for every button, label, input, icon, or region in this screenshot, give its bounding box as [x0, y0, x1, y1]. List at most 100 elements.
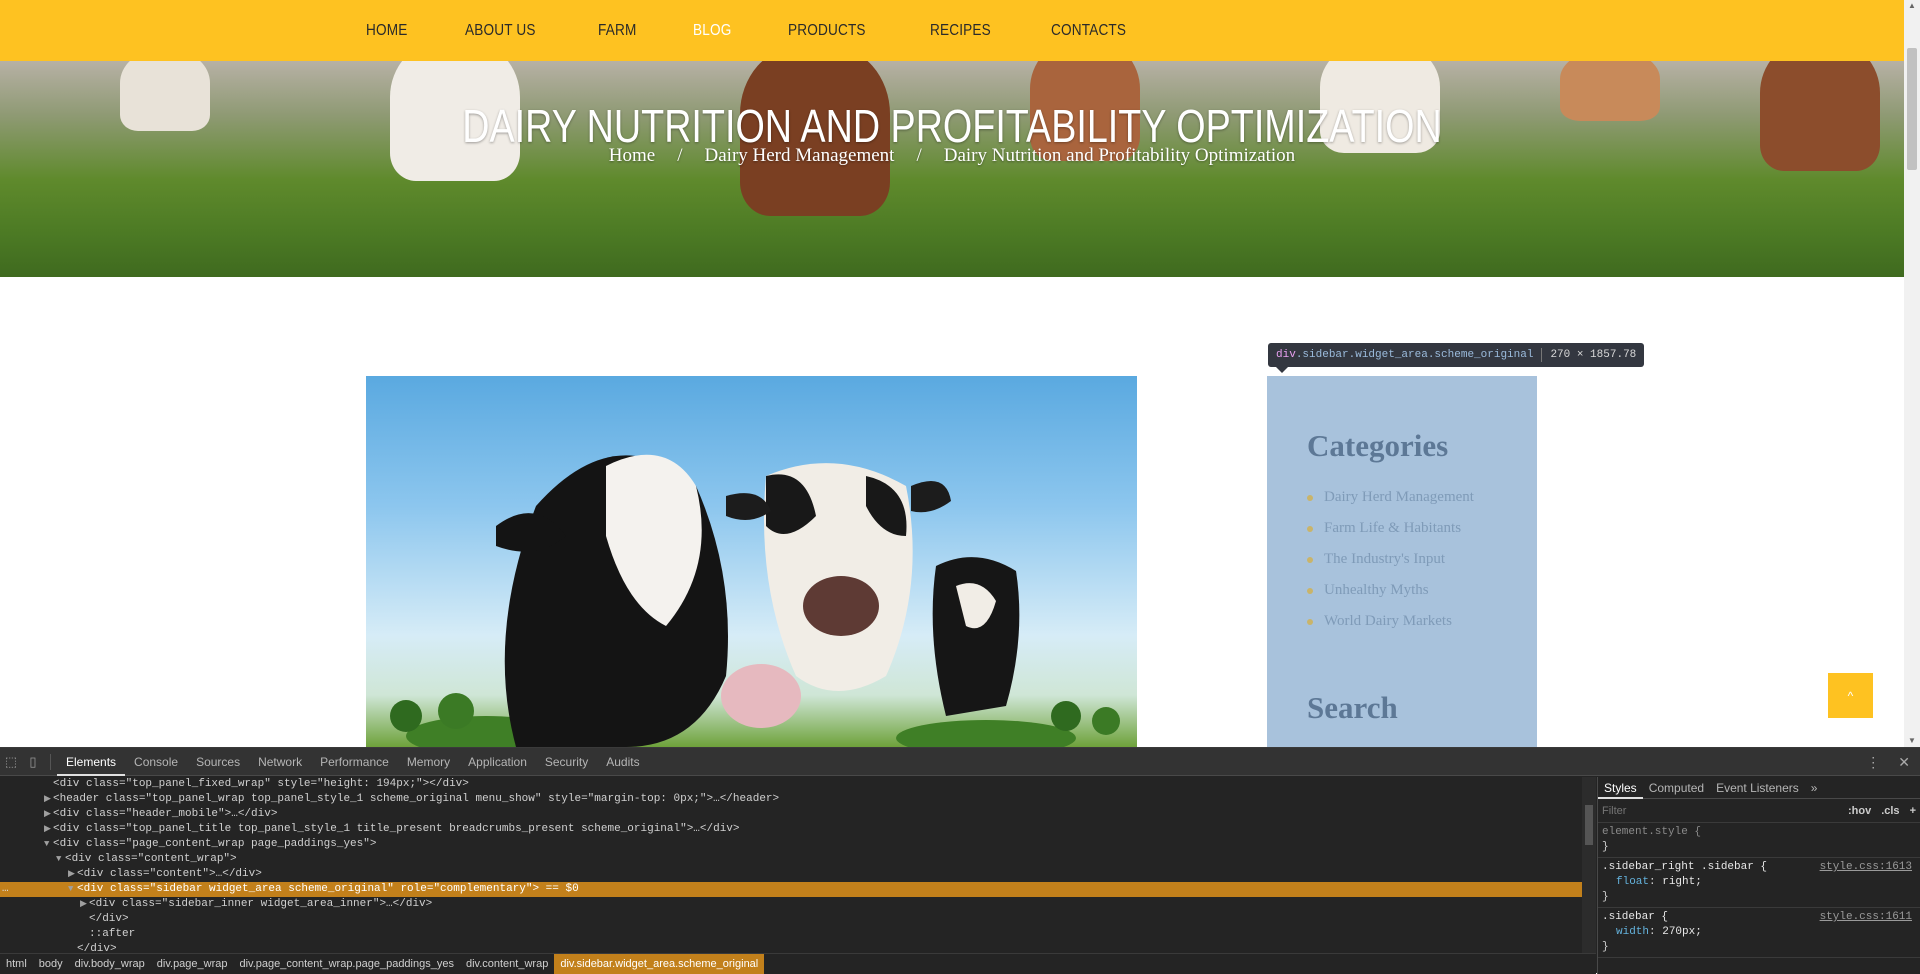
menu-item-products[interactable]: PRODUCTS [788, 22, 866, 40]
menu-item-home[interactable]: HOME [366, 22, 407, 40]
css-declaration: float: right; [1602, 875, 1916, 890]
dom-node-line[interactable]: </div> [0, 912, 1582, 927]
tab-elements[interactable]: Elements [57, 748, 126, 776]
tooltip-size: 270 × 1857.78 [1550, 349, 1637, 361]
dom-node-line[interactable]: ::after [0, 927, 1582, 942]
category-label: Dairy Herd Management [1324, 489, 1474, 505]
menu-item-farm[interactable]: FARM [598, 22, 636, 40]
tooltip-tag: div [1276, 349, 1296, 361]
page-title-banner: DAIRY NUTRITION AND PROFITABILITY OPTIMI… [0, 61, 1904, 277]
dom-breadcrumb-item[interactable]: div.body_wrap [69, 954, 151, 974]
menu-item-blog[interactable]: BLOG [693, 22, 731, 40]
dom-node-line[interactable]: <div class="top_panel_fixed_wrap" style=… [0, 777, 1582, 792]
ellipsis-icon[interactable]: … [2, 882, 9, 897]
tab-sources[interactable]: Sources [187, 748, 249, 776]
tab-network[interactable]: Network [249, 748, 311, 776]
dom-node-line[interactable]: ▶ <div class="sidebar_inner widget_area_i… [0, 897, 1582, 912]
more-tabs-icon[interactable]: » [1805, 777, 1824, 799]
dom-breadcrumb-item[interactable]: html [0, 954, 33, 974]
tooltip-divider [1541, 348, 1543, 362]
new-rule-button[interactable]: + [1910, 805, 1916, 817]
devtools-panel: ⬚ ▯ Elements Console Sources Network Per… [0, 747, 1920, 974]
category-link[interactable]: Farm Life & Habitants [1307, 513, 1474, 544]
sidebar-widget-area: Categories Dairy Herd Management Farm Li… [1267, 376, 1537, 747]
dom-breadcrumb-item[interactable]: div.page_content_wrap.page_paddings_yes [234, 954, 460, 974]
dom-node-line[interactable]: … ▼ <div class="sidebar widget_area scheme… [0, 882, 1582, 897]
bullet-icon [1307, 587, 1313, 594]
scrollbar-thumb[interactable] [1907, 48, 1917, 170]
scrollbar-thumb[interactable] [1585, 805, 1593, 845]
tab-memory[interactable]: Memory [398, 748, 459, 776]
expand-triangle-icon[interactable]: ▶ [44, 822, 53, 837]
styles-pane: Styles Computed Event Listeners » :hov .… [1597, 777, 1920, 974]
category-link[interactable]: Dairy Herd Management [1307, 482, 1474, 513]
collapse-triangle-icon[interactable]: ▼ [68, 882, 77, 897]
class-toggle-button[interactable]: .cls [1881, 805, 1899, 817]
tab-styles[interactable]: Styles [1598, 777, 1643, 799]
css-property-name[interactable]: float [1602, 876, 1649, 888]
dom-node-line[interactable]: </div> [0, 942, 1582, 953]
styles-filter-input[interactable] [1602, 804, 1802, 817]
category-link[interactable]: The Industry's Input [1307, 544, 1474, 575]
bullet-icon [1307, 525, 1313, 532]
post-featured-image[interactable] [366, 376, 1137, 747]
tab-security[interactable]: Security [536, 748, 597, 776]
css-colon: : [1649, 876, 1663, 888]
category-label: Unhealthy Myths [1324, 582, 1429, 598]
dom-node-line[interactable]: ▼ <div class="content_wrap"> [0, 852, 1582, 867]
breadcrumb-link-category[interactable]: Dairy Herd Management [705, 145, 895, 166]
dom-tree: <div class="top_panel_fixed_wrap" style=… [0, 777, 1582, 953]
hover-state-button[interactable]: :hov [1848, 805, 1871, 817]
menu-item-contacts[interactable]: CONTACTS [1051, 22, 1126, 40]
css-rule-close: } [1602, 841, 1609, 853]
more-options-icon[interactable]: ⋮ [1866, 754, 1880, 771]
dom-node-line[interactable]: ▶ <div class="content">…</div> [0, 867, 1582, 882]
dom-tree-scrollbar[interactable] [1582, 777, 1596, 953]
collapse-triangle-icon[interactable]: ▼ [44, 837, 53, 852]
device-toolbar-icon[interactable]: ▯ [22, 748, 44, 776]
css-source-link[interactable]: style.css:1613 [1820, 860, 1912, 875]
scroll-down-arrow-icon[interactable]: ▼ [1908, 737, 1916, 745]
breadcrumb-current: Dairy Nutrition and Profitability Optimi… [943, 145, 1296, 166]
styles-tab-bar: Styles Computed Event Listeners » [1598, 777, 1920, 799]
categories-title: Categories [1307, 428, 1449, 463]
dom-node-line[interactable]: ▶ <header class="top_panel_wrap top_panel… [0, 792, 1582, 807]
dom-breadcrumb-item[interactable]: div.content_wrap [460, 954, 554, 974]
expand-triangle-icon[interactable]: ▶ [68, 867, 77, 882]
dom-breadcrumb-item[interactable]: div.sidebar.widget_area.scheme_original [554, 954, 765, 974]
css-property-value[interactable]: 270px; [1662, 926, 1702, 938]
tab-console[interactable]: Console [125, 748, 187, 776]
css-property-name[interactable]: width [1602, 926, 1649, 938]
tab-audits[interactable]: Audits [597, 748, 648, 776]
page-scrollbar[interactable]: ▲ ▼ [1904, 0, 1920, 747]
category-link[interactable]: Unhealthy Myths [1307, 575, 1474, 606]
dom-breadcrumb-item[interactable]: body [33, 954, 69, 974]
tab-performance[interactable]: Performance [311, 748, 398, 776]
css-rule: element.style {} [1598, 823, 1920, 858]
dom-node-line[interactable]: ▼ <div class="page_content_wrap page_padd… [0, 837, 1582, 852]
tab-application[interactable]: Application [459, 748, 536, 776]
expand-triangle-icon[interactable]: ▶ [80, 897, 89, 912]
dom-node-text: <div class="top_panel_title top_panel_st… [53, 823, 740, 835]
category-link[interactable]: World Dairy Markets [1307, 606, 1474, 637]
inspect-element-icon[interactable]: ⬚ [0, 748, 22, 776]
menu-item-recipes[interactable]: RECIPES [930, 22, 991, 40]
scroll-up-arrow-icon[interactable]: ▲ [1908, 2, 1916, 10]
dom-node-text: <div class="content">…</div> [77, 868, 262, 880]
tab-event-listeners[interactable]: Event Listeners [1710, 777, 1805, 799]
scroll-to-top-button[interactable]: ^ [1828, 673, 1873, 718]
expand-triangle-icon[interactable]: ▶ [44, 807, 53, 822]
breadcrumb-link-home[interactable]: Home [609, 145, 655, 166]
menu-item-about-us[interactable]: ABOUT US [465, 22, 536, 40]
collapse-triangle-icon[interactable]: ▼ [56, 852, 65, 867]
close-icon[interactable]: ✕ [1898, 754, 1910, 771]
expand-triangle-icon[interactable]: ▶ [44, 792, 53, 807]
dom-node-line[interactable]: ▶ <div class="header_mobile">…</div> [0, 807, 1582, 822]
css-selector[interactable]: element.style { [1602, 825, 1916, 840]
tab-computed[interactable]: Computed [1643, 777, 1710, 799]
css-source-link[interactable]: style.css:1611 [1820, 910, 1912, 925]
dom-node-line[interactable]: ▶ <div class="top_panel_title top_panel_s… [0, 822, 1582, 837]
css-property-value[interactable]: right; [1662, 876, 1702, 888]
top-navigation: HOME ABOUT US FARM BLOG PRODUCTS RECIPES… [0, 0, 1904, 61]
dom-breadcrumb-item[interactable]: div.page_wrap [151, 954, 234, 974]
